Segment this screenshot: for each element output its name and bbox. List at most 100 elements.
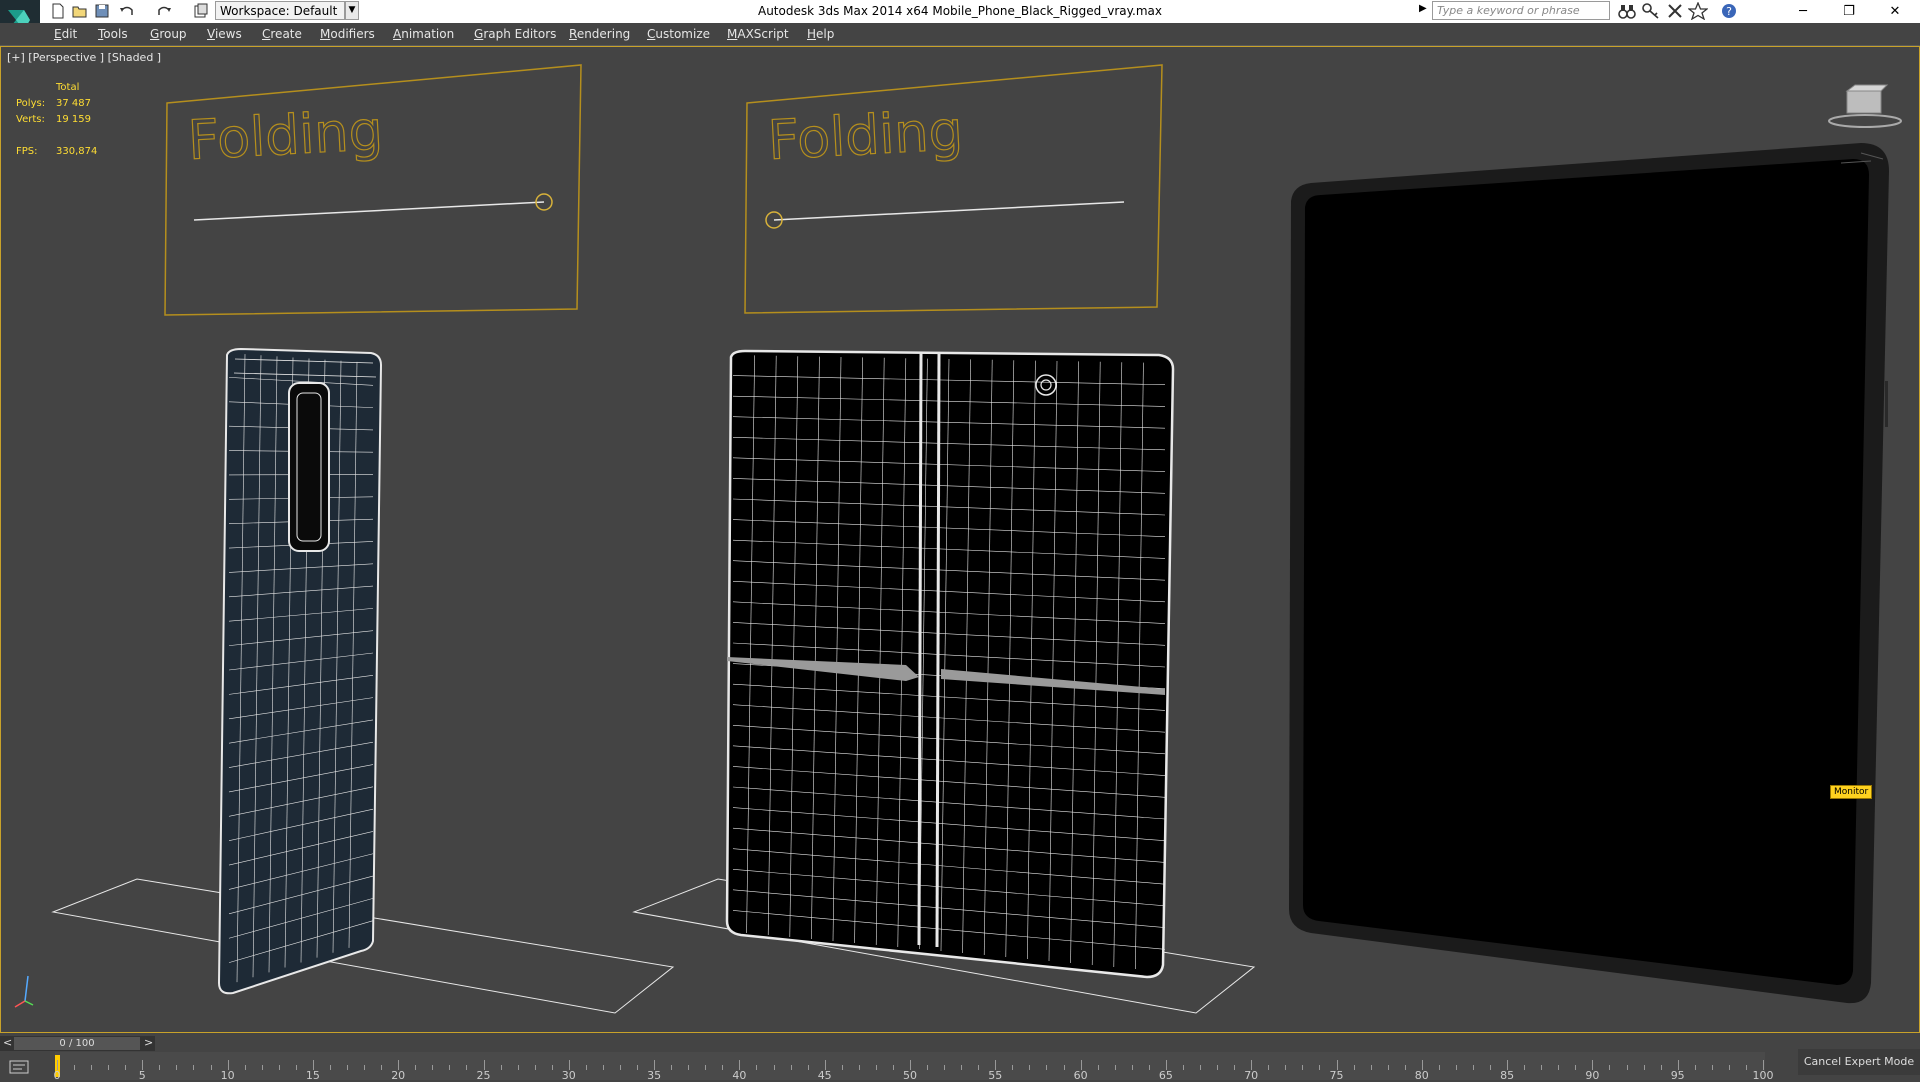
timeline-tick-label: 0 [54, 1069, 61, 1082]
polys-label: Polys: [16, 98, 45, 109]
perspective-viewport[interactable]: Folding Folding [0, 46, 1920, 1033]
viewcube-icon[interactable] [1829, 85, 1901, 127]
timeline-tick [1029, 1065, 1030, 1070]
timeline-tick [1558, 1065, 1559, 1070]
menu-animation[interactable]: Animation [393, 27, 454, 41]
timeline-tick [1183, 1065, 1184, 1070]
menu-tools[interactable]: Tools [98, 27, 128, 41]
timeline-tick [1234, 1065, 1235, 1070]
menu-rendering[interactable]: Rendering [569, 27, 630, 41]
cancel-expert-mode-button[interactable]: Cancel Expert Mode [1798, 1049, 1920, 1075]
timeline-tick [1627, 1065, 1628, 1070]
menu-graph-editors[interactable]: Graph Editors [474, 27, 556, 41]
timeline-tick [381, 1065, 382, 1070]
menu-edit[interactable]: Edit [54, 27, 77, 41]
timeline-tick-label: 65 [1159, 1069, 1173, 1082]
folding-panel-left[interactable]: Folding [165, 65, 581, 315]
verts-label: Verts: [16, 114, 45, 125]
viewport-label[interactable]: [+] [Perspective ] [Shaded ] [7, 51, 161, 64]
timeline-tick [620, 1065, 621, 1070]
unfolded-phone-wireframe[interactable] [727, 351, 1173, 977]
timeline-tick [791, 1065, 792, 1070]
timeline-tick [1575, 1065, 1576, 1070]
search-input[interactable]: Type a keyword or phrase [1432, 1, 1610, 20]
help-icon[interactable]: ? [1720, 2, 1740, 20]
menu-bar: Edit Tools Group Views Create Modifiers … [0, 23, 1920, 46]
timeline-tick [1439, 1065, 1440, 1070]
timeline-tick [1661, 1065, 1662, 1070]
timeline-tick-label: 55 [988, 1069, 1002, 1082]
timeline-tick [1098, 1065, 1099, 1070]
binoculars-icon[interactable] [1617, 2, 1637, 20]
timeline-tick-label: 90 [1585, 1069, 1599, 1082]
timeline-tick [432, 1065, 433, 1070]
timeline-tick [211, 1065, 212, 1070]
timeline-tick [279, 1065, 280, 1070]
timeline-tick [466, 1065, 467, 1070]
timeline-tick [1371, 1065, 1372, 1070]
timeline-tick [74, 1065, 75, 1070]
timeline-tick [535, 1065, 536, 1070]
x-icon[interactable] [1665, 2, 1685, 20]
timeline-tick [1354, 1065, 1355, 1070]
timeline-tick [364, 1065, 365, 1070]
timeline-tick [944, 1065, 945, 1070]
fps-label: FPS: [16, 146, 38, 157]
svg-text:?: ? [1726, 5, 1732, 18]
timeline-tick [705, 1065, 706, 1070]
folding-slider-track-mid [774, 202, 1124, 220]
time-slider-track[interactable]: 0 / 100 [14, 1037, 140, 1050]
stats-header: Total [56, 82, 79, 93]
scene-canvas[interactable]: Folding Folding [1, 47, 1919, 1032]
menu-create[interactable]: Create [262, 27, 302, 41]
title-bar: Workspace: Default ▼ Autodesk 3ds Max 20… [0, 0, 1920, 23]
monitor-label[interactable]: Monitor [1830, 785, 1872, 799]
timeline-tick [722, 1065, 723, 1070]
timeline-tick [1064, 1065, 1065, 1070]
menu-group[interactable]: Group [150, 27, 187, 41]
close-icon[interactable]: ✕ [1872, 0, 1918, 23]
menu-maxscript[interactable]: MAXScript [727, 27, 789, 41]
timeline-tick [1456, 1065, 1457, 1070]
timeline-tick [876, 1065, 877, 1070]
time-slider[interactable]: < 0 / 100 > [0, 1036, 155, 1051]
key-icon[interactable] [1641, 2, 1661, 20]
menu-help[interactable]: Help [807, 27, 834, 41]
timeline-tick [1473, 1065, 1474, 1070]
minimize-icon[interactable]: ─ [1780, 0, 1826, 23]
timeline-tick-label: 30 [562, 1069, 576, 1082]
restore-icon[interactable]: ❐ [1826, 0, 1872, 23]
polys-value: 37 487 [56, 98, 91, 109]
timeline-tick [330, 1065, 331, 1070]
timeline-tick [1388, 1065, 1389, 1070]
timeline-tick [296, 1065, 297, 1070]
timeline-tick-label: 10 [221, 1069, 235, 1082]
timeline-tick [1115, 1065, 1116, 1070]
timeline-tick [108, 1065, 109, 1070]
timeline-tick-label: 95 [1671, 1069, 1685, 1082]
timeline-tick [893, 1065, 894, 1070]
track-icon[interactable] [8, 1057, 36, 1077]
menu-customize[interactable]: Customize [647, 27, 710, 41]
time-slider-next[interactable]: > [144, 1036, 153, 1049]
timeline-tick-label: 45 [818, 1069, 832, 1082]
menu-modifiers[interactable]: Modifiers [320, 27, 375, 41]
timeline-tick-label: 75 [1330, 1069, 1344, 1082]
search-arrow-icon[interactable]: ▶ [1419, 3, 1427, 14]
timeline-tick-label: 60 [1074, 1069, 1088, 1082]
timeline-tick [518, 1065, 519, 1070]
folding-panel-mid[interactable]: Folding [745, 65, 1162, 313]
timeline-tick [91, 1065, 92, 1070]
track-bar[interactable]: 0510152025303540455055606570758085909510… [55, 1052, 1765, 1080]
timeline-tick [347, 1065, 348, 1070]
menu-views[interactable]: Views [207, 27, 242, 41]
timeline-tick [159, 1065, 160, 1070]
timeline-tick [927, 1065, 928, 1070]
folding-slider-track-left [194, 202, 544, 220]
timeline-tick-label: 85 [1500, 1069, 1514, 1082]
star-icon[interactable] [1688, 2, 1708, 20]
time-slider-prev[interactable]: < [3, 1036, 12, 1049]
timeline-tick [1285, 1065, 1286, 1070]
folded-phone-wireframe[interactable] [219, 349, 381, 993]
shaded-phone-model[interactable] [1289, 143, 1889, 1003]
